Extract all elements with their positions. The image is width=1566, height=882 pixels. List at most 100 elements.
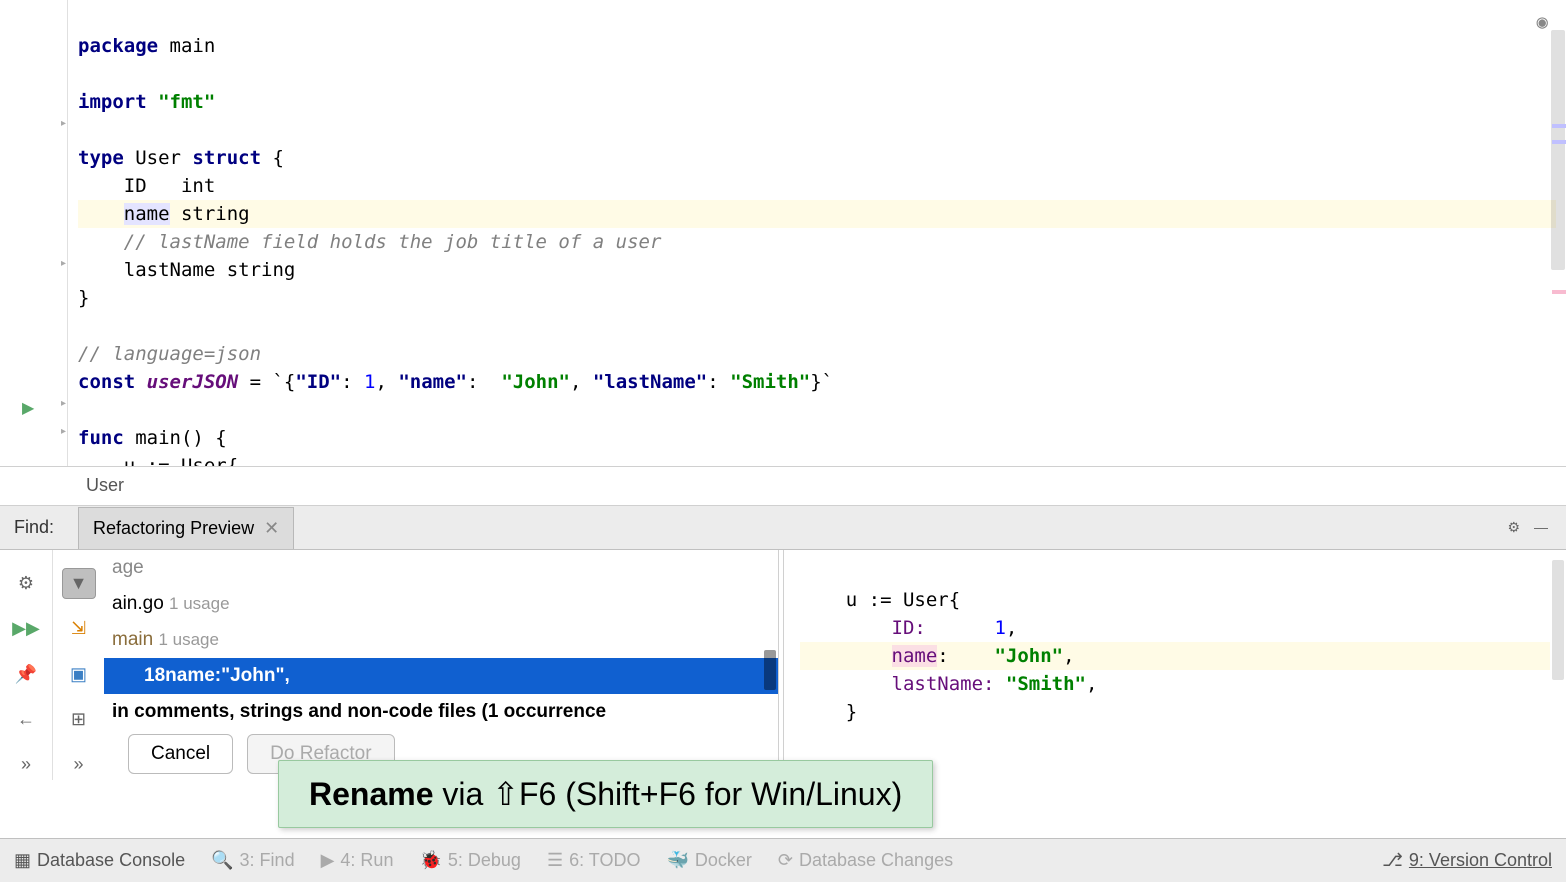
code-editor[interactable]: package main import "fmt" type User stru… <box>68 0 1566 466</box>
usage-count: 1 usage <box>169 594 230 613</box>
fold-icon[interactable]: ▸ <box>61 118 66 129</box>
version-control-tab[interactable]: ⎇ 9: Version Control <box>1382 850 1552 871</box>
code-text: u := User{ <box>800 589 960 611</box>
fold-icon[interactable]: ▸ <box>61 398 66 409</box>
code-text: main <box>158 35 215 57</box>
string-literal: "John" <box>994 645 1063 667</box>
breadcrumb-item[interactable]: User <box>86 475 124 495</box>
code-text: }` <box>810 371 833 393</box>
comment: // lastName field holds the job title of… <box>78 231 661 253</box>
status-bar: ▦ Database Console 🔍 3: Find ▶ 4: Run 🐞 … <box>0 838 1566 882</box>
tree-node-func[interactable]: main <box>112 629 158 650</box>
more-icon[interactable]: » <box>62 749 96 780</box>
keyword: import <box>78 91 147 113</box>
string-literal: "Smith" <box>730 371 810 393</box>
code-text: , <box>570 371 593 393</box>
refactoring-preview-tab[interactable]: Refactoring Preview ✕ <box>78 507 294 549</box>
marker[interactable] <box>1552 290 1566 294</box>
code-text: lastName: <box>800 673 1006 695</box>
run-tab[interactable]: ▶ 4: Run <box>321 850 394 871</box>
settings-icon[interactable]: ⚙ <box>9 568 43 599</box>
tree-node-category[interactable]: in comments, strings and non-code files … <box>112 701 606 722</box>
find-tab[interactable]: 🔍 3: Find <box>211 850 294 871</box>
minimize-icon[interactable]: — <box>1534 519 1548 536</box>
refactoring-preview-panel: ⚙ ▶▶ 📌 ← » ▼ ⇲ ▣ ⊞ » age ain.go 1 usage … <box>0 550 1566 780</box>
const-name: userJSON <box>147 371 239 393</box>
code-text: lastName string <box>78 259 295 281</box>
code-text: : <box>467 371 501 393</box>
todo-tab[interactable]: ☰ 6: TODO <box>547 850 641 871</box>
field-name-selected: name <box>124 203 170 225</box>
keyword: struct <box>192 147 261 169</box>
hint-shortcut: via ⇧F6 (Shift+F6 for Win/Linux) <box>434 776 903 812</box>
number: 1 <box>994 617 1005 639</box>
code-text: u := User{ <box>78 455 238 466</box>
code-text: string <box>170 203 250 225</box>
editor-area: ▸ ▸ ▶ ▸ ▸ package main import "fmt" type… <box>0 0 1566 466</box>
group-icon[interactable]: ⊞ <box>62 704 96 735</box>
editor-gutter: ▸ ▸ ▶ ▸ ▸ <box>0 0 68 466</box>
tree-node-file[interactable]: ain.go <box>112 593 169 614</box>
code-text: = `{ <box>238 371 295 393</box>
debug-tab[interactable]: 🐞 5: Debug <box>419 850 520 871</box>
run-gutter-icon[interactable]: ▶ <box>22 398 34 418</box>
number: 1 <box>364 371 375 393</box>
tool-column-left: ⚙ ▶▶ 📌 ← » <box>0 550 52 780</box>
code-text <box>800 645 892 667</box>
field-highlight: name <box>892 645 938 667</box>
editor-scrollbar[interactable] <box>1551 30 1565 270</box>
code-text: , <box>1086 673 1097 695</box>
json-key: "name" <box>398 371 467 393</box>
string-literal: "fmt" <box>147 91 216 113</box>
db-changes-tab[interactable]: ⟳ Database Changes <box>778 850 953 871</box>
marker[interactable] <box>1552 140 1566 144</box>
code-text <box>78 203 124 225</box>
code-text: , <box>285 658 290 694</box>
marker[interactable] <box>1552 124 1566 128</box>
usage-count: 1 usage <box>158 630 219 649</box>
tool-column-2: ▼ ⇲ ▣ ⊞ » <box>52 550 104 780</box>
type-name: User <box>124 147 193 169</box>
keyword: const <box>78 371 147 393</box>
usages-tree[interactable]: age ain.go 1 usage main 1 usage 18 name:… <box>104 550 778 780</box>
breadcrumb-bar: User <box>0 466 1566 506</box>
usage-preview-editor[interactable]: u := User{ ID: 1, name: "John", lastName… <box>784 550 1566 780</box>
run-all-icon[interactable]: ▶▶ <box>9 613 43 644</box>
shortcut-hint-overlay: Rename via ⇧F6 (Shift+F6 for Win/Linux) <box>278 760 933 828</box>
code-text: } <box>800 701 857 723</box>
code-text: , <box>1006 617 1017 639</box>
string-literal: "John" <box>221 658 284 694</box>
keyword: package <box>78 35 158 57</box>
close-icon[interactable]: ✕ <box>264 518 279 539</box>
more-icon[interactable]: » <box>9 749 43 780</box>
line-number: 18 <box>144 658 165 694</box>
find-label: Find: <box>0 517 78 538</box>
back-icon[interactable]: ← <box>9 704 43 735</box>
gear-icon[interactable]: ⚙ <box>1507 519 1520 536</box>
tree-node[interactable]: age <box>112 557 144 578</box>
code-text: : <box>341 371 364 393</box>
preview-scrollbar[interactable] <box>1552 560 1564 680</box>
code-text: { <box>261 147 284 169</box>
code-text: , <box>375 371 398 393</box>
inspections-icon[interactable]: ◉ <box>1537 8 1548 36</box>
fold-icon[interactable]: ▸ <box>61 258 66 269</box>
database-console-tab[interactable]: ▦ Database Console <box>14 850 185 871</box>
collapse-icon[interactable]: ▣ <box>62 659 96 690</box>
code-text: main() { <box>124 427 227 449</box>
hint-action: Rename <box>309 776 434 812</box>
field-ref: name <box>165 658 215 694</box>
json-key: "ID" <box>295 371 341 393</box>
json-key: "lastName" <box>593 371 707 393</box>
keyword: func <box>78 427 124 449</box>
filter-icon[interactable]: ▼ <box>62 568 96 599</box>
pin-icon[interactable]: 📌 <box>9 658 43 689</box>
string-literal: "John" <box>501 371 570 393</box>
tree-node-selected[interactable]: 18 name: "John", <box>104 658 778 694</box>
expand-icon[interactable]: ⇲ <box>62 613 96 644</box>
docker-tab[interactable]: 🐳 Docker <box>666 850 751 871</box>
cancel-button[interactable]: Cancel <box>128 734 233 774</box>
fold-icon[interactable]: ▸ <box>61 426 66 437</box>
tree-scrollbar[interactable] <box>764 650 776 690</box>
string-literal: "Smith" <box>1006 673 1086 695</box>
